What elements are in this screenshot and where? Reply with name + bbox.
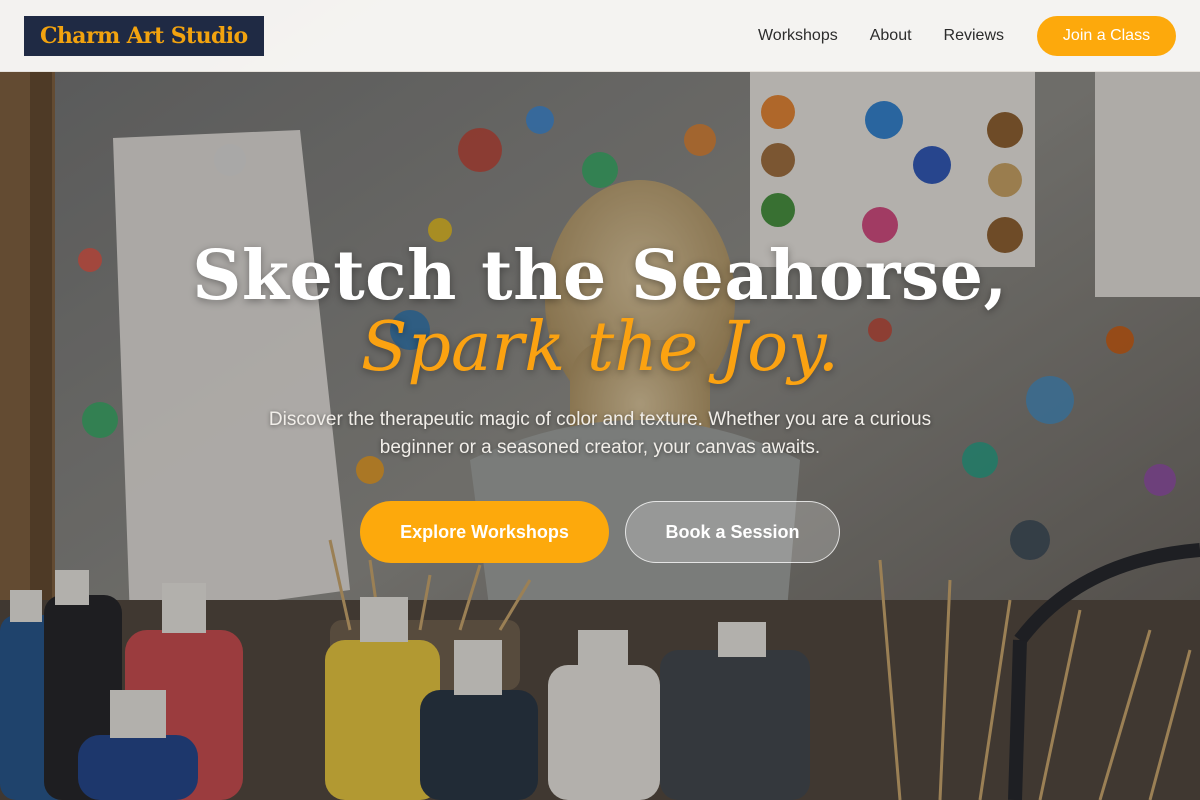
hero-headline-accent: Spark the Joy. (360, 308, 840, 387)
site-header: Charm Art Studio Workshops About Reviews… (0, 0, 1200, 72)
nav-link-about[interactable]: About (870, 27, 912, 45)
explore-workshops-button[interactable]: Explore Workshops (360, 501, 609, 563)
nav-link-reviews[interactable]: Reviews (944, 27, 1004, 45)
hero-section: Sketch the Seahorse, Spark the Joy. Disc… (0, 72, 1200, 800)
nav-link-workshops[interactable]: Workshops (758, 27, 838, 45)
join-class-button[interactable]: Join a Class (1037, 15, 1176, 56)
brand-logo[interactable]: Charm Art Studio (24, 15, 264, 56)
main-nav: Workshops About Reviews (758, 27, 1004, 45)
hero-subtitle: Discover the therapeutic magic of color … (268, 409, 932, 458)
hero-headline: Sketch the Seahorse, (192, 236, 1008, 316)
book-session-button[interactable]: Book a Session (625, 501, 840, 563)
